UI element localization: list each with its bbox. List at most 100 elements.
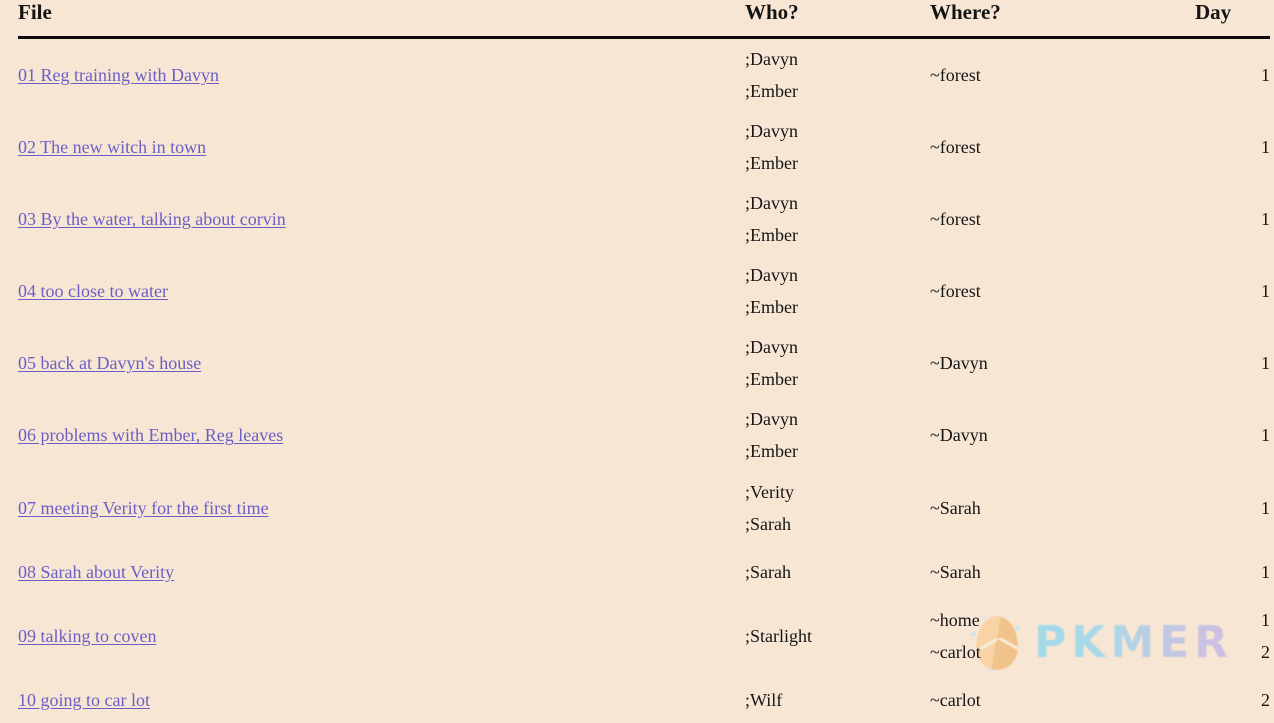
table-row: 07 meeting Verity for the first time ;Ver… bbox=[18, 472, 1270, 544]
cell-file: 06 problems with Ember, Reg leaves bbox=[18, 399, 745, 471]
file-link[interactable]: 10 going to car lot bbox=[18, 690, 150, 710]
day-value: 1 bbox=[1261, 209, 1270, 230]
day-value: 2 bbox=[1261, 689, 1270, 710]
cell-day: 1 bbox=[1195, 38, 1270, 112]
cell-where: ~Davyn bbox=[930, 399, 1195, 471]
day-value: 1 bbox=[1261, 65, 1270, 86]
cell-day: 12 bbox=[1195, 600, 1270, 672]
cell-where: ~forest bbox=[930, 255, 1195, 327]
file-link[interactable]: 02 The new witch in town bbox=[18, 137, 206, 157]
table-row: 06 problems with Ember, Reg leaves ;Davyn… bbox=[18, 399, 1270, 471]
who-value: ;Davyn bbox=[745, 193, 798, 214]
table-row: 01 Reg training with Davyn ;Davyn ;Ember ~f… bbox=[18, 38, 1270, 112]
day-value: 1 bbox=[1261, 561, 1270, 582]
column-header-file[interactable]: File bbox=[18, 0, 745, 40]
who-value: ;Davyn bbox=[745, 265, 798, 286]
table-row: 09 talking to coven ;Starlight ~home ~carlo… bbox=[18, 600, 1270, 672]
where-value: ~forest bbox=[930, 65, 981, 86]
cell-where: ~carlot bbox=[930, 672, 1195, 723]
cell-day: 1 bbox=[1195, 111, 1270, 183]
who-value: ;Ember bbox=[745, 369, 798, 390]
cell-file: 09 talking to coven bbox=[18, 600, 745, 672]
where-value: ~Davyn bbox=[930, 353, 988, 374]
who-value: ;Sarah bbox=[745, 561, 791, 582]
cell-who: ;Verity ;Sarah bbox=[745, 472, 930, 544]
table-row: 05 back at Davyn's house ;Davyn ;Ember ~Dav… bbox=[18, 327, 1270, 399]
cell-who: ;Starlight bbox=[745, 600, 930, 672]
day-value: 1 bbox=[1261, 353, 1270, 374]
table-header-row: File Who? Where? Day bbox=[18, 0, 1270, 40]
cell-who: ;Wilf bbox=[745, 672, 930, 723]
cell-day: 1 bbox=[1195, 544, 1270, 600]
table-row: 08 Sarah about Verity ;Sarah ~Sarah 1 bbox=[18, 544, 1270, 600]
file-table: File Who? Where? Day 01 Reg training wit… bbox=[18, 0, 1270, 723]
file-link[interactable]: 03 By the water, talking about corvin bbox=[18, 209, 286, 229]
where-value: ~forest bbox=[930, 281, 981, 302]
day-value: 1 bbox=[1261, 425, 1270, 446]
who-value: ;Davyn bbox=[745, 409, 798, 430]
cell-where: ~home ~carlot bbox=[930, 600, 1195, 672]
cell-who: ;Davyn ;Ember bbox=[745, 255, 930, 327]
who-value: ;Ember bbox=[745, 81, 798, 102]
cell-day: 1 bbox=[1195, 327, 1270, 399]
where-value: ~forest bbox=[930, 137, 981, 158]
table-row: 02 The new witch in town ;Davyn ;Ember ~for… bbox=[18, 111, 1270, 183]
cell-file: 02 The new witch in town bbox=[18, 111, 745, 183]
cell-who: ;Davyn ;Ember bbox=[745, 111, 930, 183]
cell-file: 10 going to car lot bbox=[18, 672, 745, 723]
day-value: 1 bbox=[1261, 281, 1270, 302]
cell-where: ~forest bbox=[930, 38, 1195, 112]
day-value: 1 bbox=[1261, 609, 1270, 630]
table-row: 03 By the water, talking about corvin ;Da… bbox=[18, 183, 1270, 255]
file-link[interactable]: 04 too close to water bbox=[18, 281, 168, 301]
day-value: 2 bbox=[1261, 641, 1270, 662]
file-link[interactable]: 09 talking to coven bbox=[18, 626, 156, 646]
who-value: ;Wilf bbox=[745, 689, 783, 710]
cell-file: 01 Reg training with Davyn bbox=[18, 38, 745, 112]
file-link[interactable]: 01 Reg training with Davyn bbox=[18, 65, 219, 85]
cell-where: ~Sarah bbox=[930, 544, 1195, 600]
cell-day: 2 bbox=[1195, 672, 1270, 723]
table-row: 10 going to car lot ;Wilf ~carlot 2 bbox=[18, 672, 1270, 723]
cell-who: ;Davyn ;Ember bbox=[745, 38, 930, 112]
cell-day: 1 bbox=[1195, 472, 1270, 544]
where-value: ~Sarah bbox=[930, 561, 981, 582]
where-value: ~Sarah bbox=[930, 497, 981, 518]
cell-day: 1 bbox=[1195, 255, 1270, 327]
file-link[interactable]: 06 problems with Ember, Reg leaves bbox=[18, 425, 283, 445]
column-header-day[interactable]: Day bbox=[1195, 0, 1270, 40]
column-header-who[interactable]: Who? bbox=[745, 0, 930, 40]
file-link[interactable]: 07 meeting Verity for the first time bbox=[18, 498, 269, 518]
cell-file: 04 too close to water bbox=[18, 255, 745, 327]
who-value: ;Davyn bbox=[745, 49, 798, 70]
where-value: ~Davyn bbox=[930, 425, 988, 446]
cell-who: ;Davyn ;Ember bbox=[745, 399, 930, 471]
who-value: ;Sarah bbox=[745, 513, 791, 534]
table-body: 01 Reg training with Davyn ;Davyn ;Ember ~f… bbox=[18, 38, 1270, 723]
who-value: ;Ember bbox=[745, 153, 798, 174]
cell-where: ~Sarah bbox=[930, 472, 1195, 544]
table-row: 04 too close to water ;Davyn ;Ember ~forest… bbox=[18, 255, 1270, 327]
where-value: ~forest bbox=[930, 209, 981, 230]
who-value: ;Verity bbox=[745, 481, 794, 502]
cell-who: ;Davyn ;Ember bbox=[745, 183, 930, 255]
day-value: 1 bbox=[1261, 137, 1270, 158]
cell-where: ~Davyn bbox=[930, 327, 1195, 399]
cell-where: ~forest bbox=[930, 183, 1195, 255]
who-value: ;Ember bbox=[745, 441, 798, 462]
file-link[interactable]: 05 back at Davyn's house bbox=[18, 353, 201, 373]
page-root: File Who? Where? Day 01 Reg training wit… bbox=[0, 0, 1274, 723]
where-value: ~carlot bbox=[930, 689, 981, 710]
table-header: File Who? Where? Day bbox=[18, 0, 1270, 40]
column-header-where[interactable]: Where? bbox=[930, 0, 1195, 40]
cell-file: 07 meeting Verity for the first time bbox=[18, 472, 745, 544]
cell-where: ~forest bbox=[930, 111, 1195, 183]
who-value: ;Davyn bbox=[745, 337, 798, 358]
cell-file: 03 By the water, talking about corvin bbox=[18, 183, 745, 255]
who-value: ;Ember bbox=[745, 297, 798, 318]
cell-day: 1 bbox=[1195, 183, 1270, 255]
cell-who: ;Davyn ;Ember bbox=[745, 327, 930, 399]
cell-file: 08 Sarah about Verity bbox=[18, 544, 745, 600]
file-link[interactable]: 08 Sarah about Verity bbox=[18, 562, 174, 582]
who-value: ;Ember bbox=[745, 225, 798, 246]
